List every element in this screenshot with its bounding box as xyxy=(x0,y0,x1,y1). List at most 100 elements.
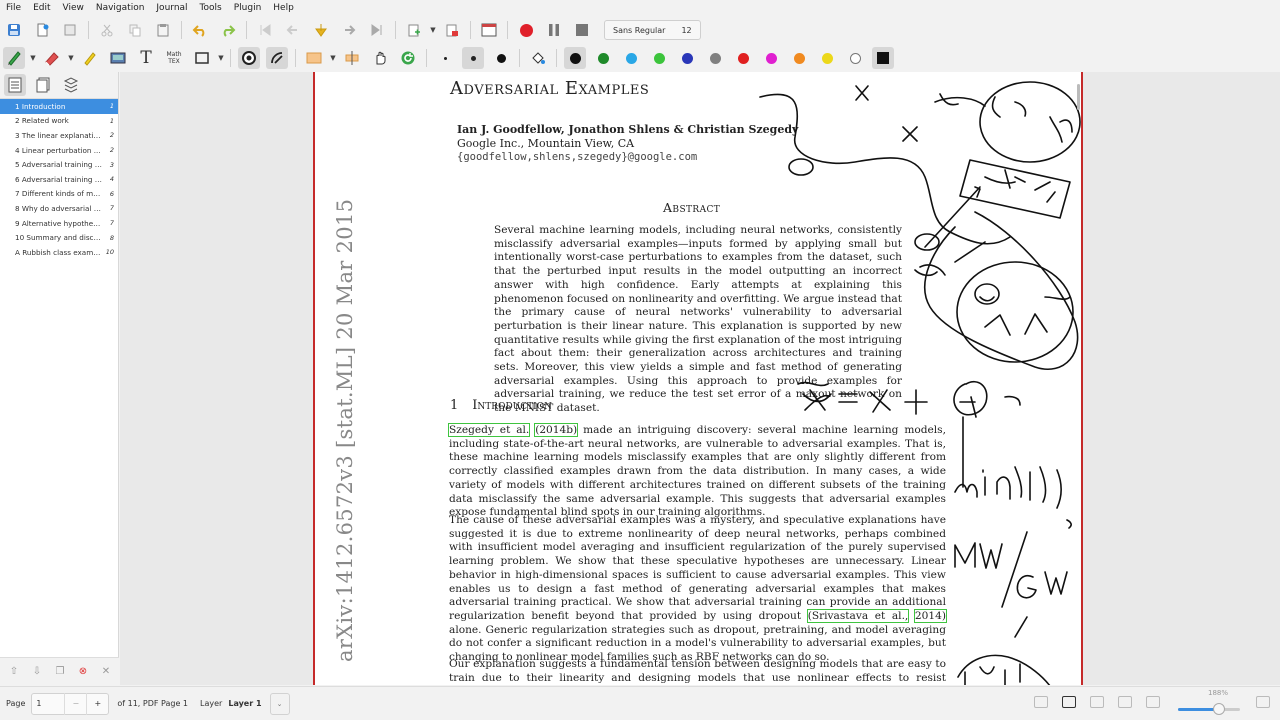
color-black-icon[interactable] xyxy=(564,47,586,69)
menu-plugin[interactable]: Plugin xyxy=(234,3,262,13)
open-document-icon[interactable] xyxy=(59,19,81,41)
insert-page-icon[interactable] xyxy=(403,19,425,41)
highlighter-tool-icon[interactable] xyxy=(79,47,101,69)
fill-bucket-icon[interactable] xyxy=(527,47,549,69)
ruler-icon[interactable] xyxy=(238,47,260,69)
previous-page-icon[interactable] xyxy=(282,19,304,41)
menu-journal[interactable]: Journal xyxy=(156,3,187,13)
color-magenta-icon[interactable] xyxy=(760,47,782,69)
paste-icon[interactable] xyxy=(152,19,174,41)
zoom-slider[interactable] xyxy=(1178,703,1240,715)
color-orange-icon[interactable] xyxy=(788,47,810,69)
layer-value[interactable]: Layer 1 xyxy=(228,699,261,708)
shape-tool-icon[interactable] xyxy=(191,47,213,69)
pen-size-medium-icon[interactable] xyxy=(462,47,484,69)
toc-item[interactable]: 6 Adversarial training o... 4 xyxy=(0,172,118,187)
page-number-input[interactable]: 1 xyxy=(32,699,64,708)
save-icon[interactable] xyxy=(3,19,25,41)
cut-icon[interactable] xyxy=(96,19,118,41)
copy-icon[interactable] xyxy=(124,19,146,41)
zoom-width-icon[interactable] xyxy=(1146,696,1160,708)
page-plus-button[interactable]: + xyxy=(86,692,108,715)
color-light-blue-icon[interactable] xyxy=(620,47,642,69)
scrollbar-thumb[interactable] xyxy=(1077,84,1080,110)
menu-file[interactable]: File xyxy=(6,3,21,13)
text-tool-icon[interactable]: T xyxy=(135,47,157,69)
color-light-green-icon[interactable] xyxy=(648,47,670,69)
color-gray-icon[interactable] xyxy=(704,47,726,69)
chevron-down-icon[interactable]: ▼ xyxy=(428,19,438,41)
color-red-icon[interactable] xyxy=(732,47,754,69)
toc-item[interactable]: 2 Related work 1 xyxy=(0,114,118,129)
custom-color-icon[interactable] xyxy=(872,47,894,69)
zoom-fit-icon[interactable] xyxy=(1118,696,1132,708)
delete-page-icon[interactable] xyxy=(441,19,463,41)
chevron-down-icon[interactable]: ▼ xyxy=(216,47,226,69)
toc-item[interactable]: 1 Introduction 1 xyxy=(0,99,118,114)
zoom-slider-handle[interactable] xyxy=(1212,703,1225,715)
new-document-icon[interactable] xyxy=(31,19,53,41)
toc-item[interactable]: 9 Alternative hypotheses 7 xyxy=(0,216,118,231)
next-page-icon[interactable] xyxy=(338,19,360,41)
eraser-tool-icon[interactable] xyxy=(41,47,63,69)
math-tex-tool-icon[interactable]: Math TEX xyxy=(163,47,185,69)
pen-tool-icon[interactable] xyxy=(3,47,25,69)
first-page-icon[interactable] xyxy=(254,19,276,41)
contents-tab-icon[interactable] xyxy=(4,74,26,96)
presentation-view-icon[interactable] xyxy=(1090,696,1104,708)
record-icon[interactable] xyxy=(515,19,537,41)
vertical-space-icon[interactable] xyxy=(341,47,363,69)
color-yellow-icon[interactable] xyxy=(816,47,838,69)
handwritten-annotations[interactable] xyxy=(315,72,1083,685)
last-page-icon[interactable] xyxy=(366,19,388,41)
close-icon[interactable]: ✕ xyxy=(96,662,116,682)
font-selector-button[interactable]: Sans Regular 12 xyxy=(604,20,701,40)
select-rect-icon[interactable] xyxy=(303,47,325,69)
image-tool-icon[interactable] xyxy=(107,47,129,69)
move-up-icon[interactable]: ⇧ xyxy=(4,662,24,682)
chevron-down-icon[interactable]: ▼ xyxy=(66,47,76,69)
chevron-down-icon[interactable]: ▼ xyxy=(328,47,338,69)
toc-item[interactable]: 3 The linear explanatio... 2 xyxy=(0,128,118,143)
toc-item[interactable]: 4 Linear perturbation ... 2 xyxy=(0,143,118,158)
page-scrollbar[interactable] xyxy=(1075,72,1081,685)
zoom-100-icon[interactable] xyxy=(1256,696,1270,708)
fullscreen-icon[interactable] xyxy=(478,19,500,41)
down-page-icon[interactable] xyxy=(310,19,332,41)
two-page-view-icon[interactable] xyxy=(1034,696,1048,708)
color-blue-icon[interactable] xyxy=(676,47,698,69)
shape-recognizer-icon[interactable] xyxy=(266,47,288,69)
toc-item[interactable]: 10 Summary and discu... 8 xyxy=(0,230,118,245)
move-down-icon[interactable]: ⇩ xyxy=(27,662,47,682)
pause-icon[interactable] xyxy=(543,19,565,41)
chevron-down-icon[interactable]: ▼ xyxy=(28,47,38,69)
toc-item[interactable]: A Rubbish class exampl... 10 xyxy=(0,245,118,260)
copy-page-icon[interactable]: ❐ xyxy=(50,662,70,682)
pdf-page[interactable]: Adversarial Examples Ian J. Goodfellow, … xyxy=(313,72,1083,685)
toc-item[interactable]: 7 Different kinds of mo... 6 xyxy=(0,187,118,202)
menu-edit[interactable]: Edit xyxy=(33,3,50,13)
refresh-icon[interactable] xyxy=(397,47,419,69)
layers-tab-icon[interactable] xyxy=(60,74,82,96)
pages-tab-icon[interactable] xyxy=(32,74,54,96)
page-spinner[interactable]: 1 − + xyxy=(31,692,110,715)
color-white-icon[interactable] xyxy=(844,47,866,69)
color-green-icon[interactable] xyxy=(592,47,614,69)
toc-item[interactable]: 5 Adversarial training o... 3 xyxy=(0,157,118,172)
pen-size-thick-icon[interactable] xyxy=(490,47,512,69)
document-area[interactable]: Adversarial Examples Ian J. Goodfellow, … xyxy=(120,72,1280,685)
page-minus-button[interactable]: − xyxy=(64,692,86,715)
menu-tools[interactable]: Tools xyxy=(200,3,222,13)
stop-icon[interactable] xyxy=(571,19,593,41)
redo-icon[interactable] xyxy=(217,19,239,41)
layer-dropdown[interactable]: ⌄ xyxy=(269,692,290,715)
menu-navigation[interactable]: Navigation xyxy=(96,3,145,13)
toc-item[interactable]: 8 Why do adversarial e... 7 xyxy=(0,201,118,216)
menu-view[interactable]: View xyxy=(63,3,84,13)
hand-tool-icon[interactable] xyxy=(369,47,391,69)
undo-icon[interactable] xyxy=(189,19,211,41)
single-page-view-icon[interactable] xyxy=(1062,696,1076,708)
pen-size-fine-icon[interactable] xyxy=(434,47,456,69)
menu-help[interactable]: Help xyxy=(273,3,294,13)
delete-icon[interactable]: ⊗ xyxy=(73,662,93,682)
